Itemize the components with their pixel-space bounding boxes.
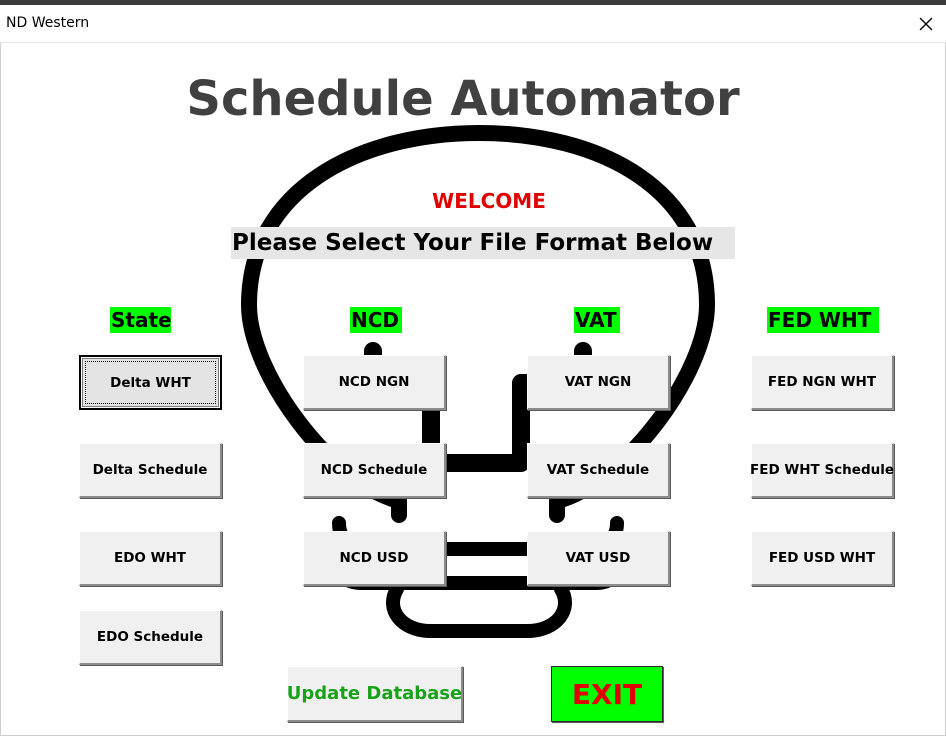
close-icon: [919, 17, 933, 31]
edo-wht-button[interactable]: EDO WHT: [79, 531, 222, 586]
vat-usd-button[interactable]: VAT USD: [527, 531, 670, 586]
vat-ngn-button[interactable]: VAT NGN: [527, 355, 670, 410]
state-column-label: State: [110, 307, 171, 333]
vat-usd-button-label: VAT USD: [565, 550, 631, 566]
update-database-button-label: Update Database: [286, 683, 463, 704]
exit-button[interactable]: EXIT: [551, 666, 663, 722]
fed-ngn-wht-button-label: FED NGN WHT: [767, 374, 877, 390]
title-bar: ND Western: [0, 5, 946, 43]
fed-ngn-wht-button[interactable]: FED NGN WHT: [751, 355, 894, 410]
focus-ring: [85, 361, 216, 404]
vat-ngn-button-label: VAT NGN: [564, 374, 632, 390]
delta-wht-button[interactable]: Delta WHT: [79, 355, 222, 410]
vat-column-label: VAT: [574, 307, 620, 333]
form-area: Schedule Automator WELCOME Please Select…: [0, 43, 946, 736]
update-database-button[interactable]: Update Database: [287, 666, 463, 722]
exit-button-label: EXIT: [571, 677, 643, 711]
fed-usd-wht-button-label: FED USD WHT: [768, 550, 876, 566]
edo-schedule-button[interactable]: EDO Schedule: [79, 610, 222, 665]
vat-schedule-button-label: VAT Schedule: [546, 462, 650, 478]
fed-usd-wht-button[interactable]: FED USD WHT: [751, 531, 894, 586]
ncd-schedule-button-label: NCD Schedule: [320, 462, 428, 478]
welcome-label: WELCOME: [432, 189, 546, 213]
ncd-usd-button-label: NCD USD: [339, 550, 409, 566]
vat-schedule-button[interactable]: VAT Schedule: [527, 443, 670, 498]
ncd-ngn-button[interactable]: NCD NGN: [303, 355, 446, 410]
delta-schedule-button-label: Delta Schedule: [92, 462, 208, 478]
fed-column-label: FED WHT: [767, 307, 879, 333]
ncd-ngn-button-label: NCD NGN: [338, 374, 410, 390]
ncd-usd-button[interactable]: NCD USD: [303, 531, 446, 586]
ncd-column-label: NCD: [350, 307, 402, 333]
window-title: ND Western: [6, 15, 90, 31]
fed-wht-schedule-button[interactable]: FED WHT Schedule: [750, 443, 894, 498]
ncd-schedule-button[interactable]: NCD Schedule: [303, 443, 446, 498]
delta-schedule-button[interactable]: Delta Schedule: [79, 443, 222, 498]
edo-wht-button-label: EDO WHT: [113, 550, 186, 566]
edo-schedule-button-label: EDO Schedule: [96, 629, 204, 645]
fed-wht-schedule-button-label: FED WHT Schedule: [750, 462, 894, 478]
instruction-label: Please Select Your File Format Below: [231, 227, 735, 259]
close-button[interactable]: [906, 5, 946, 43]
page-title: Schedule Automator: [186, 71, 740, 127]
